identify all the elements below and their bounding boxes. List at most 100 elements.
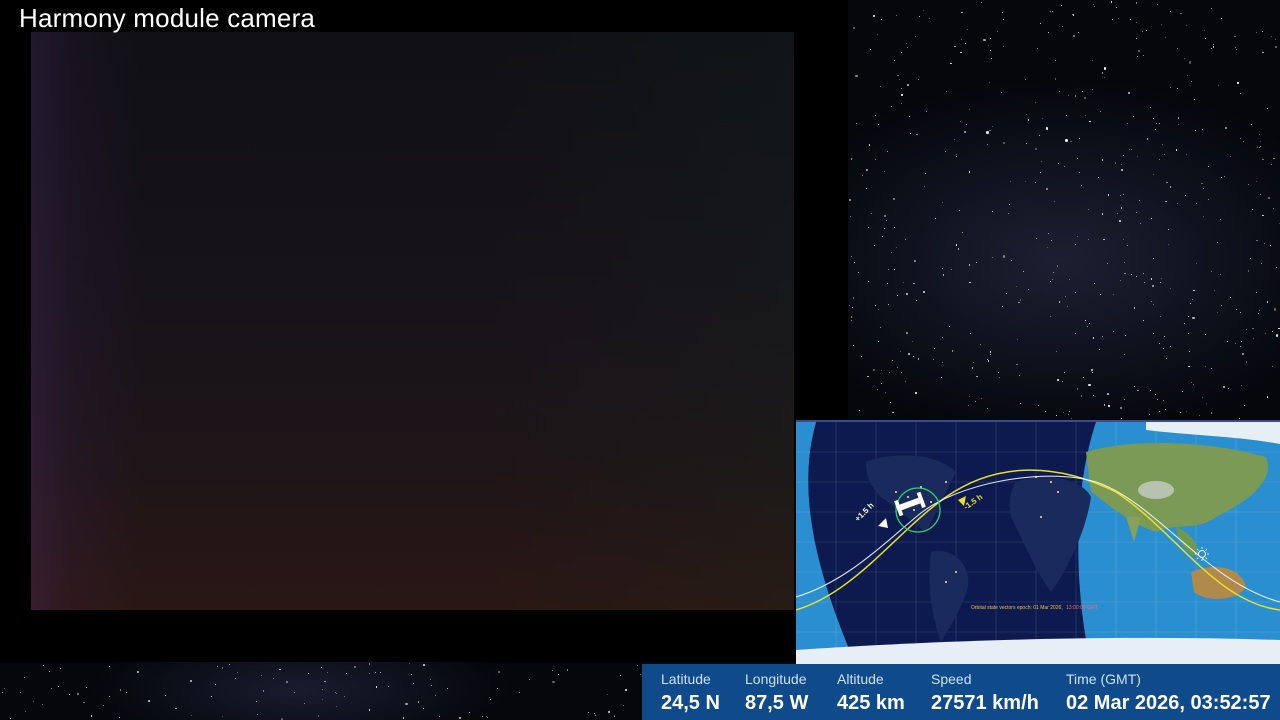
star [409,662,411,664]
star [1150,106,1152,108]
star [1250,123,1252,125]
star [1220,273,1222,275]
star [23,676,25,678]
star [917,358,920,360]
star [945,90,948,92]
star [914,35,916,38]
star [959,210,961,211]
star [68,694,70,696]
star [961,11,963,13]
star [1087,208,1089,211]
star [336,705,337,707]
star [1260,263,1262,264]
star [83,701,85,704]
star [1266,396,1269,398]
star [1211,270,1212,272]
star [1175,149,1178,151]
star [482,716,484,717]
star [901,87,902,89]
star [1148,413,1150,415]
star [1186,75,1188,76]
star [125,691,127,693]
star [1274,45,1277,49]
star [489,696,491,698]
star [918,15,920,17]
star [1114,162,1117,164]
star [1018,301,1020,304]
star [1220,176,1222,178]
star [1027,288,1029,290]
star [59,668,61,669]
star [1017,338,1018,340]
star [887,303,889,305]
star [623,705,625,706]
star [1111,19,1113,20]
star [869,48,871,50]
star [1207,165,1209,167]
star [1159,315,1161,317]
star [923,185,925,187]
star [1247,270,1249,272]
star [19,692,21,693]
star [1034,147,1037,151]
star [551,670,553,672]
star [1131,149,1132,150]
star [861,174,863,176]
star [855,74,858,77]
star [1091,88,1093,90]
star [1150,278,1153,280]
star [1177,47,1179,49]
star [1120,407,1122,409]
star [1202,216,1204,217]
star [237,671,239,673]
star [912,340,913,342]
star [957,248,959,250]
star [1016,363,1018,365]
star [895,15,897,17]
star [2,691,3,693]
star [608,711,610,713]
latitude-value: 24,5 N [661,692,720,714]
star [996,30,998,32]
star [998,372,1000,373]
star [1158,410,1160,412]
star [1065,139,1068,142]
star [941,202,943,204]
star [1039,171,1041,173]
star [1181,390,1183,392]
telemetry-bar: Latitude 24,5 N Longitude 87,5 W Altitud… [642,664,1280,720]
star [1040,22,1041,24]
star [990,49,991,51]
speed-group: Speed 27571 km/h [931,670,1039,716]
star [1152,257,1154,259]
star [1155,122,1157,124]
star [986,408,988,409]
star [965,123,967,125]
star [968,171,971,173]
star [1177,117,1180,119]
star [906,46,908,48]
star [901,94,903,96]
star [1190,382,1192,384]
star [913,355,915,357]
star [1126,244,1128,246]
star [379,671,381,673]
altitude-group: Altitude 425 km [837,670,905,716]
star [368,709,371,711]
star [1001,12,1003,14]
star [1065,114,1068,116]
star [850,319,852,321]
star [1266,108,1268,110]
star [1068,278,1070,280]
star [1025,142,1027,144]
star [307,672,309,674]
star [964,131,966,133]
latitude-label: Latitude [661,671,711,687]
star [1101,213,1104,215]
star [1268,197,1270,199]
epoch-label: Orbital state vectors epoch: 01 Mar 2026… [971,605,1098,611]
time-value: 02 Mar 2026, 03:52:57 [1066,692,1271,714]
star [1126,122,1128,124]
star [1273,308,1277,311]
star [1024,180,1026,182]
